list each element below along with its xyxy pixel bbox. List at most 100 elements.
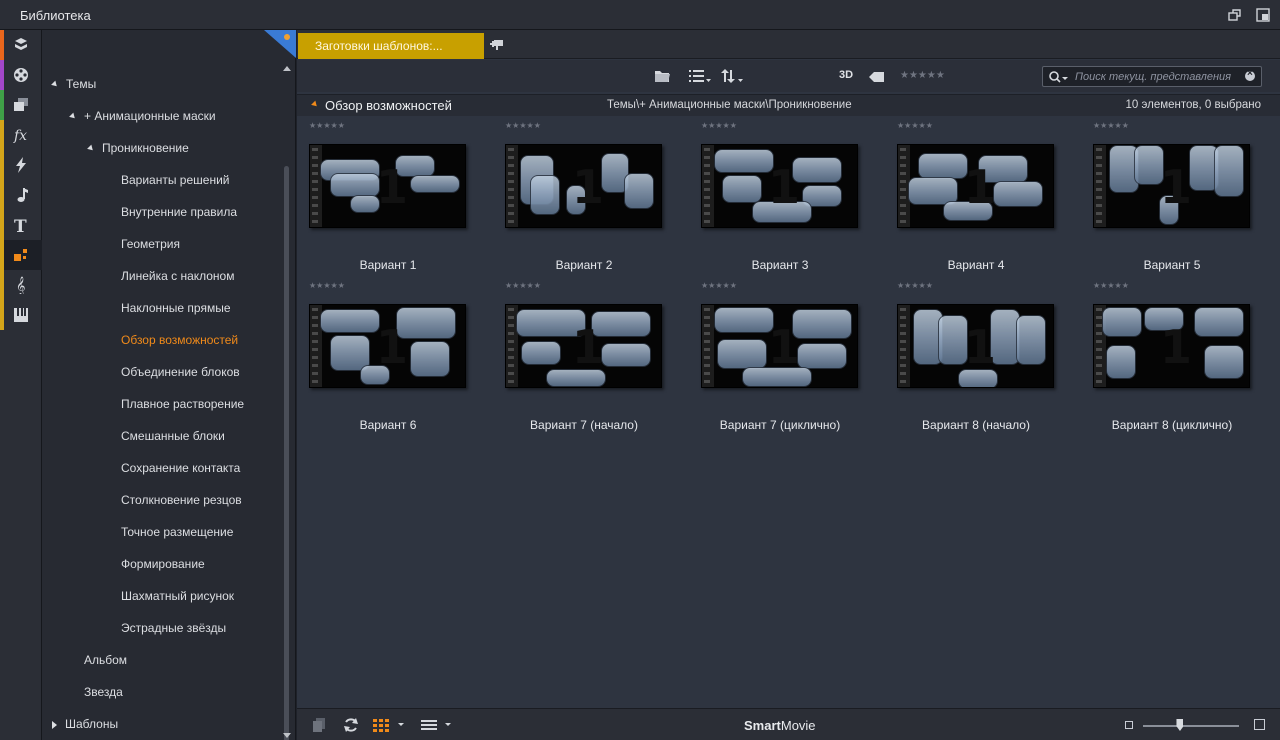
list-view-menu-icon[interactable] [689,67,711,85]
template-item[interactable]: ★★★★★ 1 Вариант 7 (циклично) [690,281,858,432]
strip-media-stack-button[interactable] [0,90,42,120]
search-icon[interactable] [1048,70,1070,84]
expanded-arrow-icon[interactable] [87,144,95,153]
sort-menu-icon[interactable] [721,67,743,85]
template-thumbnail[interactable]: 1 [701,144,858,228]
item-rating-stars[interactable]: ★★★★★ [897,121,933,130]
expanded-arrow-icon[interactable] [69,112,77,121]
zoom-slider[interactable] [1125,718,1265,732]
zoom-knob[interactable] [1176,719,1184,731]
template-item[interactable]: ★★★★★ 1 Вариант 5 [1082,121,1250,272]
scrollbar-thumb[interactable] [284,166,289,740]
tree-item[interactable]: Варианты решений [121,170,230,190]
template-thumbnail[interactable]: 1 [309,144,466,228]
tree-item[interactable]: Линейка с наклоном [121,266,234,286]
tree-item[interactable]: Обзор возможностей [121,330,238,350]
tree-item[interactable]: + Анимационные маски [69,106,216,126]
clear-search-icon[interactable] [1245,68,1255,81]
search-input[interactable] [1075,69,1241,84]
template-item[interactable]: ★★★★★ 1 Вариант 2 [494,121,662,272]
item-rating-stars[interactable]: ★★★★★ [505,281,541,290]
strip-title-t-button[interactable]: T [0,210,42,240]
tree-item[interactable]: Эстрадные звёзды [121,618,226,638]
tree-item[interactable]: Внутренние правила [121,202,237,222]
item-rating-stars[interactable]: ★★★★★ [309,281,345,290]
template-thumbnail[interactable]: 1 [505,144,662,228]
tree-item[interactable]: Плавное растворение [121,394,244,414]
item-rating-stars[interactable]: ★★★★★ [701,121,737,130]
item-rating-stars[interactable]: ★★★★★ [309,121,345,130]
template-thumbnail[interactable]: 1 [897,304,1054,388]
grid-view-icon[interactable] [373,717,405,733]
item-rating-stars[interactable]: ★★★★★ [505,121,541,130]
refresh-icon[interactable] [343,717,359,733]
template-item[interactable]: ★★★★★ 1 Вариант 7 (начало) [494,281,662,432]
tab-template-presets[interactable]: Заготовки шаблонов:... [298,33,484,59]
category-color-bar [0,60,4,90]
tree-item[interactable]: Альбом [84,650,127,670]
tree-item-label: Сохранение контакта [121,461,241,475]
zoom-track[interactable] [1143,725,1239,727]
template-thumbnail[interactable]: 1 [701,304,858,388]
template-thumbnail[interactable]: 1 [897,144,1054,228]
tree-item[interactable]: Наклонные прямые [121,298,231,318]
strip-projects-button[interactable] [0,30,42,60]
strip-lightning-button[interactable] [0,150,42,180]
restore-window-icon[interactable] [1228,8,1242,22]
tree-item[interactable]: Геометрия [121,234,180,254]
folder-icon[interactable] [654,67,671,85]
tree-item[interactable]: Столкновение резцов [121,490,242,510]
item-rating-stars[interactable]: ★★★★★ [1093,281,1129,290]
template-item[interactable]: ★★★★★ 1 Вариант 4 [886,121,1054,272]
tree-item[interactable]: Формирование [121,554,205,574]
strip-film-reel-button[interactable] [0,60,42,90]
collapse-section-icon[interactable] [311,100,319,109]
search-box[interactable] [1042,66,1262,87]
strip-clef-button[interactable]: 𝄞 [0,270,42,300]
tree-item[interactable]: Проникновение [87,138,189,158]
copy-icon[interactable] [311,717,327,733]
detach-window-icon[interactable] [1256,8,1270,22]
template-item[interactable]: ★★★★★ 1 Вариант 1 [298,121,466,272]
strip-music-note-button[interactable] [0,180,42,210]
template-item[interactable]: ★★★★★ 1 Вариант 8 (начало) [886,281,1054,432]
item-rating-stars[interactable]: ★★★★★ [897,281,933,290]
template-thumbnail[interactable]: 1 [309,304,466,388]
tree-item[interactable]: Звезда [84,682,123,702]
strip-piano-button[interactable] [0,300,42,330]
collapsed-arrow-icon[interactable] [52,720,57,729]
item-rating-stars[interactable]: ★★★★★ [1093,121,1129,130]
tree-item[interactable]: Объединение блоков [121,362,240,382]
tree-item[interactable]: Темы [51,74,96,94]
scroll-down-arrow-icon[interactable] [283,733,291,738]
brand-label[interactable]: SmartMovie [744,718,816,733]
template-item[interactable]: ★★★★★ 1 Вариант 8 (циклично) [1082,281,1250,432]
pin-corner-icon[interactable] [264,30,296,58]
zoom-large-icon[interactable] [1254,719,1265,730]
template-item[interactable]: ★★★★★ 1 Вариант 3 [690,121,858,272]
rating-filter[interactable]: ★★★★★ [900,70,945,81]
template-item[interactable]: ★★★★★ 1 Вариант 6 [298,281,466,432]
item-rating-stars[interactable]: ★★★★★ [701,281,737,290]
tree-item-label: Точное размещение [121,525,234,539]
details-view-icon[interactable] [421,717,453,733]
zoom-small-icon[interactable] [1125,721,1133,729]
tree-item[interactable]: Сохранение контакта [121,458,240,478]
scroll-up-arrow-icon[interactable] [283,66,291,71]
strip-montage-button[interactable] [0,240,42,270]
new-tab-icon[interactable] [490,39,504,51]
template-thumbnail[interactable]: 1 [505,304,662,388]
expanded-arrow-icon[interactable] [51,80,59,89]
strip-fx-button[interactable]: fx [0,120,42,150]
3d-filter-button[interactable]: 3D [839,69,853,81]
tree-scrollbar[interactable] [281,66,292,740]
template-thumbnail[interactable]: 1 [1093,304,1250,388]
category-color-bar [0,150,4,180]
tree-item[interactable]: Точное размещение [121,522,233,542]
tree-item[interactable]: Шахматный рисунок [121,586,234,606]
lightning-icon [16,157,26,173]
tag-filter-icon[interactable] [869,68,885,86]
tree-item[interactable]: Шаблоны [52,714,118,734]
tree-item[interactable]: Смешанные блоки [121,426,225,446]
template-thumbnail[interactable]: 1 [1093,144,1250,228]
